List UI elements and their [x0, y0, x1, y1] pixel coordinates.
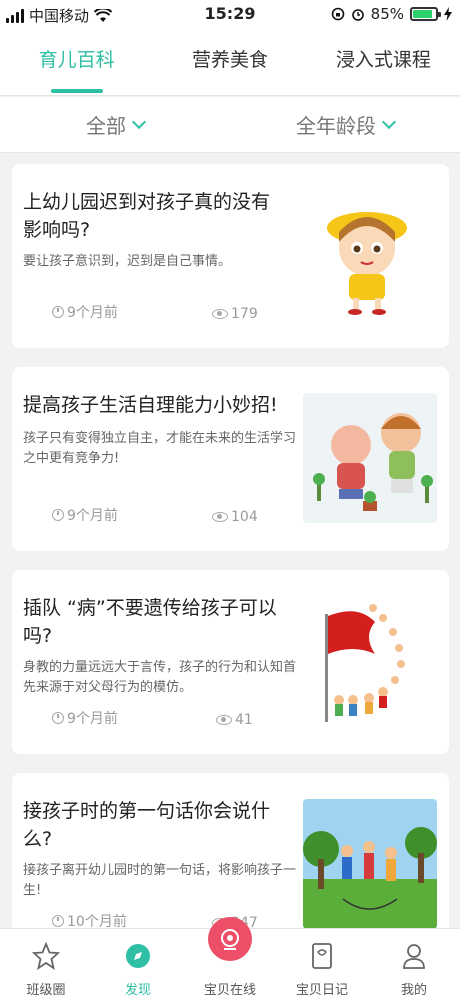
category-tabs: 育儿百科 营养美食 浸入式课程 — [0, 30, 460, 96]
article-title: 上幼儿园迟到对孩子真的没有影响吗? — [23, 191, 271, 241]
bottom-nav: 班级圈 发现 宝贝在线 宝贝日记 我的 — [0, 917, 460, 996]
article-card[interactable]: 插队 “病”不要遗传给孩子可以吗? 身教的力量远远大于言传，孩子的行为和认知首先… — [12, 570, 449, 754]
category-filter-dropdown[interactable]: 全部 — [0, 97, 230, 152]
article-description: 要让孩子意识到，迟到是自己事情。 — [23, 254, 232, 269]
article-list: 上幼儿园迟到对孩子真的没有影响吗? 要让孩子意识到，迟到是自己事情。 9个月前 … — [12, 164, 449, 976]
article-card[interactable]: 提高孩子生活自理能力小妙招! 孩子只有变得独立自主，才能在未来的生活学习之中更有… — [12, 367, 449, 551]
chevron-down-icon — [131, 114, 147, 129]
article-card[interactable]: 上幼儿园迟到对孩子真的没有影响吗? 要让孩子意识到，迟到是自己事情。 9个月前 … — [12, 164, 449, 348]
baby-online-button[interactable] — [208, 917, 252, 961]
diary-icon — [312, 943, 332, 969]
age-filter-label: 全年龄段 — [296, 114, 376, 138]
article-description: 孩子只有变得独立自主，才能在未来的生活学习之中更有竞争力! — [23, 431, 297, 466]
tab-nutrition-food[interactable]: 营养美食 — [153, 30, 306, 95]
clock-icon — [52, 509, 64, 521]
rotation-lock-icon — [331, 7, 344, 21]
battery-percent: 85% — [370, 5, 404, 23]
nav-label: 宝贝在线 — [203, 983, 256, 996]
article-title: 插队 “病”不要遗传给孩子可以吗? — [23, 597, 277, 647]
article-description: 身教的力量远远大于言传，孩子的行为和认知首先来源于对父母行为的模仿。 — [23, 660, 297, 695]
article-time: 9个月前 — [52, 505, 118, 525]
article-views: 179 — [212, 306, 258, 322]
article-thumbnail — [303, 596, 437, 726]
article-description: 接孩子离开幼儿园时的第一句话，将影响孩子一生! — [23, 863, 297, 898]
clock-icon — [52, 306, 64, 318]
article-thumbnail — [303, 799, 437, 929]
nav-label: 宝贝日记 — [295, 983, 348, 996]
article-views: 41 — [216, 712, 253, 728]
tab-immersive-courses[interactable]: 浸入式课程 — [307, 30, 460, 95]
eye-icon — [212, 512, 228, 522]
article-time: 9个月前 — [52, 302, 118, 322]
tab-parenting-encyclopedia[interactable]: 育儿百科 — [0, 30, 153, 95]
article-title: 提高孩子生活自理能力小妙招! — [23, 394, 278, 416]
article-time: 9个月前 — [52, 708, 118, 728]
nav-label: 我的 — [400, 983, 427, 996]
star-icon — [32, 942, 60, 970]
nav-item-me[interactable]: 我的 — [368, 929, 460, 996]
battery-icon — [410, 7, 441, 21]
status-bar: 中国移动 15:29 85% — [0, 0, 460, 30]
article-thumbnail — [303, 393, 437, 523]
nav-item-baby-online[interactable]: 宝贝在线 — [184, 917, 276, 996]
article-thumbnail — [303, 190, 437, 320]
eye-icon — [212, 309, 228, 319]
eye-icon — [216, 715, 232, 725]
chevron-down-icon — [381, 114, 397, 129]
compass-icon — [126, 944, 150, 968]
nav-item-baby-diary[interactable]: 宝贝日记 — [276, 929, 368, 996]
nav-label: 发现 — [124, 983, 151, 996]
alarm-icon — [351, 9, 364, 21]
article-title: 接孩子时的第一句话你会说什么? — [23, 800, 271, 850]
nav-item-class-circle[interactable]: 班级圈 — [0, 929, 92, 996]
nav-label: 班级圈 — [26, 983, 66, 996]
camera-icon — [221, 929, 239, 950]
nav-item-discover[interactable]: 发现 — [92, 929, 184, 996]
filter-bar: 全部 全年龄段 — [0, 97, 460, 153]
charging-icon — [444, 7, 452, 21]
clock-icon — [52, 915, 64, 927]
person-icon — [403, 944, 425, 969]
age-filter-dropdown[interactable]: 全年龄段 — [230, 97, 460, 152]
clock-icon — [52, 712, 64, 724]
category-filter-label: 全部 — [86, 114, 126, 138]
article-views: 104 — [212, 509, 258, 525]
